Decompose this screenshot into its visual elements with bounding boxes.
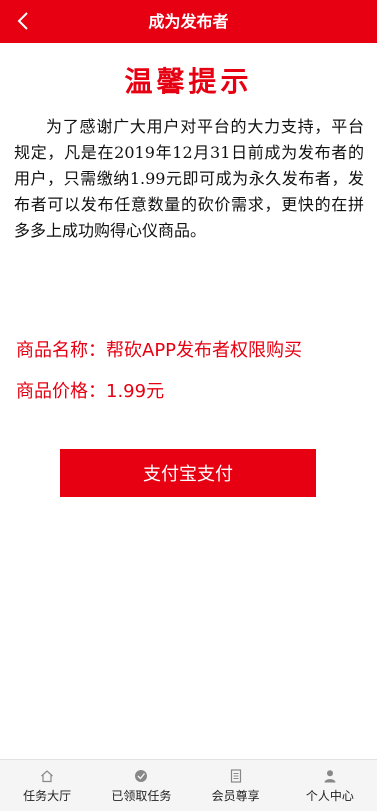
task-icon [135,770,148,782]
app-header: 成为发布者 [0,0,377,43]
tab-label: 已领取任务 [111,789,172,803]
member-icon [230,769,241,783]
tab-label: 会员尊享 [211,789,260,803]
page-title: 成为发布者 [148,12,229,31]
tab-member[interactable]: 会员尊享 [189,760,283,811]
home-icon [41,770,54,783]
user-icon [324,770,336,783]
product-price: 商品价格：1.99元 [16,381,165,402]
tab-label: 任务大厅 [23,789,72,803]
product-name: 商品名称：帮砍APP发布者权限购买 [16,340,303,361]
tab-label: 个人中心 [305,789,354,803]
notice-title: 温馨提示 [124,65,253,98]
notice-body: 为了感谢广大用户对平台的大力支持，平台规定，凡是在2019年12月31日前成为发… [14,117,364,240]
tab-profile[interactable]: 个人中心 [283,760,377,811]
alipay-pay-button[interactable]: 支付宝支付 [60,449,316,497]
bottom-tabbar: 任务大厅 已领取任务 会员尊享 个人中心 [0,759,377,811]
tab-task-hall[interactable]: 任务大厅 [0,760,94,811]
tab-received-tasks[interactable]: 已领取任务 [94,760,188,811]
